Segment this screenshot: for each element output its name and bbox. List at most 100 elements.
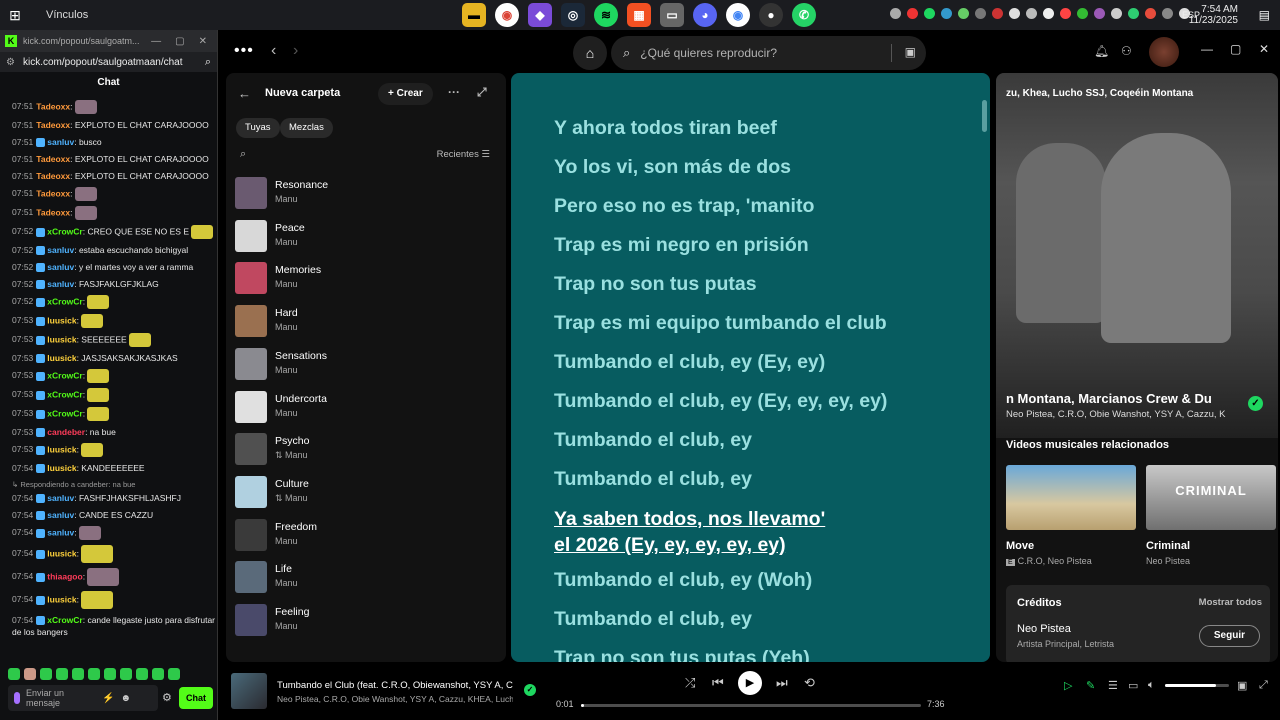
chat-messages[interactable]: 07:51 Tadeoxx: 07:51 Tadeoxx: EXPLOTO EL CH… [0,100,216,690]
browse-icon[interactable]: ▣ [905,45,916,59]
filter-chip-tuyas[interactable]: Tuyas [236,118,280,138]
current-lyric-line[interactable]: Ya saben todos, nos llevamo' [554,506,825,532]
close-icon[interactable]: ✕ [1259,42,1269,56]
tray-icon[interactable] [975,8,986,19]
tray-icon[interactable] [907,8,918,19]
message-username[interactable]: xCrowCr [47,226,82,236]
message-username[interactable]: sanluv [47,137,74,147]
now-playing-title[interactable]: n Montana, Marcianos Crew & Du [1006,391,1212,406]
chat-settings-icon[interactable]: ⚙ [162,691,172,704]
current-lyric-line[interactable]: el 2026 (Ey, ey, ey, ey, ey) [554,532,786,558]
tray-icon[interactable] [958,8,969,19]
maximize-icon[interactable]: ▢ [175,36,184,47]
message-username[interactable]: candeber [47,427,85,437]
message-username[interactable]: Tadeoxx [36,171,70,181]
message-username[interactable]: xCrowCr [47,615,82,625]
message-username[interactable]: sanluv [47,493,74,503]
home-button[interactable]: ⌂ [573,36,607,70]
now-playing-view-icon[interactable]: ▷ [1064,679,1072,692]
playlist-item[interactable]: Psycho ⇅ Manu [235,429,495,469]
message-username[interactable]: sanluv [47,527,74,537]
saved-check-icon[interactable]: ✓ [524,684,536,696]
repeat-icon[interactable]: ⟲ [804,675,815,691]
lyric-line[interactable]: Pero eso no es trap, 'manito [554,195,814,218]
connect-device-icon[interactable]: ▭ [1128,679,1138,692]
message-username[interactable]: xCrowCr [47,389,82,399]
clock[interactable]: 7:54 AM 11/23/2025 [1189,4,1238,26]
miniplayer-icon[interactable]: ▣ [1237,679,1247,692]
discord-icon[interactable]: ◕ [693,3,717,27]
shuffle-icon[interactable]: ⤮ [685,675,695,691]
message-username[interactable]: Tadeoxx [36,207,70,217]
video-thumbnail-move[interactable] [1006,465,1136,530]
message-username[interactable]: xCrowCr [47,408,82,418]
lyric-line[interactable]: Yo los vi, son más de dos [554,156,791,179]
tray-icon[interactable] [890,8,901,19]
message-username[interactable]: sanluv [47,245,74,255]
expand-icon[interactable]: ⤢ [477,85,487,100]
send-chat-button[interactable]: Chat [179,687,213,709]
minimize-icon[interactable]: — [1201,42,1213,56]
lyric-line[interactable]: Y ahora todos tiran beef [554,117,777,140]
playlist-item[interactable]: Resonance Manu [235,173,495,213]
chat-input[interactable]: Enviar un mensaje ⚡ ☻ [8,685,158,711]
create-button[interactable]: + Crear [378,83,433,105]
emote-button[interactable] [136,668,148,680]
playlist-item[interactable]: Undercorta Manu [235,387,495,427]
tray-icon[interactable] [1094,8,1105,19]
volume-icon[interactable]: 🔈︎ [1148,679,1155,692]
player-track-artists[interactable]: Neo Pistea, C.R.O, Obie Wanshot, YSY A, … [277,694,513,704]
lyric-line[interactable]: Tumbando el club, ey (Woh) [554,569,812,592]
store-icon[interactable]: ▦ [627,3,651,27]
lyrics-scrollbar[interactable] [982,100,987,132]
message-username[interactable]: luusick [47,315,76,325]
mic-icon[interactable] [1043,8,1054,19]
maximize-icon[interactable]: ▢ [1230,42,1241,56]
lyric-line[interactable]: Tumbando el club, ey [554,468,752,491]
follow-button[interactable]: Seguir [1198,625,1260,647]
emote-button[interactable] [88,668,100,680]
more-options-icon[interactable]: ··· [448,85,460,99]
tray-icon[interactable] [1128,8,1139,19]
lyric-line[interactable]: Trap no son tus putas [554,273,757,296]
lyric-line[interactable]: Tumbando el club, ey [554,608,752,631]
lyric-line[interactable]: Trap es mi negro en prisión [554,234,809,257]
fullscreen-icon[interactable]: ⤢ [1259,679,1268,692]
forward-arrow-icon[interactable]: › [293,42,298,60]
playlist-item[interactable]: Memories Manu [235,258,495,298]
lyric-line[interactable]: Trap es mi equipo tumbando el club [554,312,887,335]
file-explorer-icon[interactable]: ▬ [462,3,486,27]
progress-bar[interactable] [581,704,921,707]
video-title[interactable]: Criminal [1146,540,1190,552]
now-playing-artists[interactable]: Neo Pistea, C.R.O, Obie Wanshot, YSY A, … [1006,409,1225,420]
lyric-line[interactable]: Tumbando el club, ey [554,429,752,452]
video-title[interactable]: Move [1006,540,1034,552]
chrome-icon[interactable]: ◉ [495,3,519,27]
message-username[interactable]: luusick [47,548,76,558]
volume-icon[interactable] [1111,8,1122,19]
message-username[interactable]: xCrowCr [47,296,82,306]
copilot-icon[interactable]: ◆ [528,3,552,27]
emote-button[interactable] [72,668,84,680]
emote-button[interactable] [152,668,164,680]
emote-button[interactable] [56,668,68,680]
menu-dots-icon[interactable]: ••• [234,42,254,60]
message-username[interactable]: thiaagoo [47,571,82,581]
playlist-item[interactable]: Peace Manu [235,216,495,256]
tray-icon[interactable] [1162,8,1173,19]
message-username[interactable]: sanluv [47,279,74,289]
playlist-item[interactable]: Life Manu [235,557,495,597]
tray-icon[interactable] [924,8,935,19]
playlist-item[interactable]: Freedom Manu [235,515,495,555]
message-username[interactable]: Tadeoxx [36,120,70,130]
spotify-icon[interactable]: ≋ [594,3,618,27]
chrome-profile-icon[interactable]: ◉ [726,3,750,27]
video-artists[interactable]: Neo Pistea [1146,556,1190,566]
play-button[interactable]: ▶ [738,671,762,695]
tray-icon[interactable] [1145,8,1156,19]
playlist-item[interactable]: Feeling Manu [235,600,495,640]
back-arrow-icon[interactable]: ‹ [271,42,276,60]
emote-button[interactable] [40,668,52,680]
back-icon[interactable]: ← [238,86,251,101]
tray-icon[interactable] [992,8,1003,19]
